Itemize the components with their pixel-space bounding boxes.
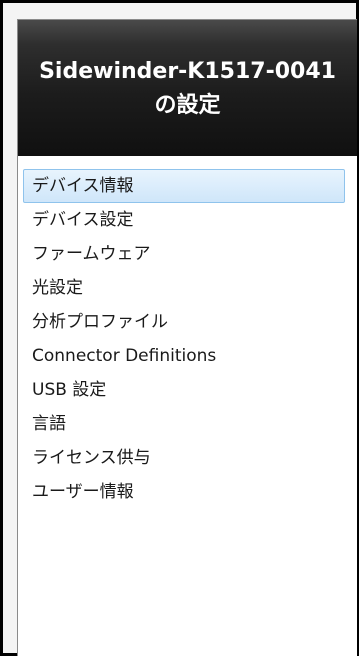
menu-item-usb-settings[interactable]: USB 設定 bbox=[23, 373, 345, 407]
menu-item-language[interactable]: 言語 bbox=[23, 407, 345, 441]
menu-item-device-settings[interactable]: デバイス設定 bbox=[23, 203, 345, 237]
settings-panel: Sidewinder-K1517-0041 の設定 デバイス情報 デバイス設定 … bbox=[17, 19, 357, 657]
page-title: Sidewinder-K1517-0041 の設定 bbox=[39, 59, 336, 118]
menu-item-device-info[interactable]: デバイス情報 bbox=[23, 169, 345, 203]
settings-menu-list: デバイス情報 デバイス設定 ファームウェア 光設定 分析プロファイル Conne… bbox=[23, 169, 345, 509]
menu-item-firmware[interactable]: ファームウェア bbox=[23, 237, 345, 271]
menu-item-analysis-profiles[interactable]: 分析プロファイル bbox=[23, 305, 345, 339]
menu-item-light-settings[interactable]: 光設定 bbox=[23, 271, 345, 305]
settings-menu: デバイス情報 デバイス設定 ファームウェア 光設定 分析プロファイル Conne… bbox=[18, 156, 357, 657]
menu-item-licensing[interactable]: ライセンス供与 bbox=[23, 441, 345, 475]
menu-item-connector-definitions[interactable]: Connector Definitions bbox=[23, 339, 345, 373]
menu-item-user-info[interactable]: ユーザー情報 bbox=[23, 475, 345, 509]
settings-header: Sidewinder-K1517-0041 の設定 bbox=[18, 20, 357, 156]
settings-window: Sidewinder-K1517-0041 の設定 デバイス情報 デバイス設定 … bbox=[0, 0, 359, 657]
